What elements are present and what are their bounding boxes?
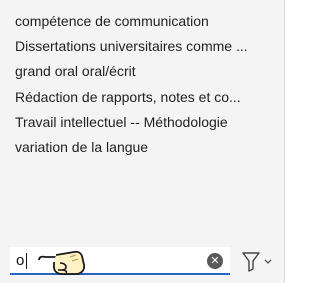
suggestion-item[interactable]: Travail intellectuel -- Méthodologie: [0, 110, 284, 135]
suggestion-item[interactable]: grand oral oral/écrit: [0, 59, 284, 84]
hand-pointer-icon: [38, 250, 86, 275]
chevron-down-icon: [264, 259, 272, 264]
clear-icon[interactable]: ✕: [207, 253, 223, 269]
filter-button[interactable]: [240, 250, 276, 274]
suggestion-item[interactable]: Dissertations universitaires comme ...: [0, 34, 284, 59]
filter-icon: [242, 252, 260, 272]
search-input-value: o: [16, 252, 25, 269]
suggestion-panel: compétence de communication Dissertation…: [0, 0, 285, 283]
suggestion-list: compétence de communication Dissertation…: [0, 9, 284, 160]
suggestion-item[interactable]: variation de la langue: [0, 135, 284, 160]
suggestion-item[interactable]: Rédaction de rapports, notes et co...: [0, 85, 284, 110]
text-caret: [26, 253, 27, 269]
suggestion-item[interactable]: compétence de communication: [0, 9, 284, 34]
